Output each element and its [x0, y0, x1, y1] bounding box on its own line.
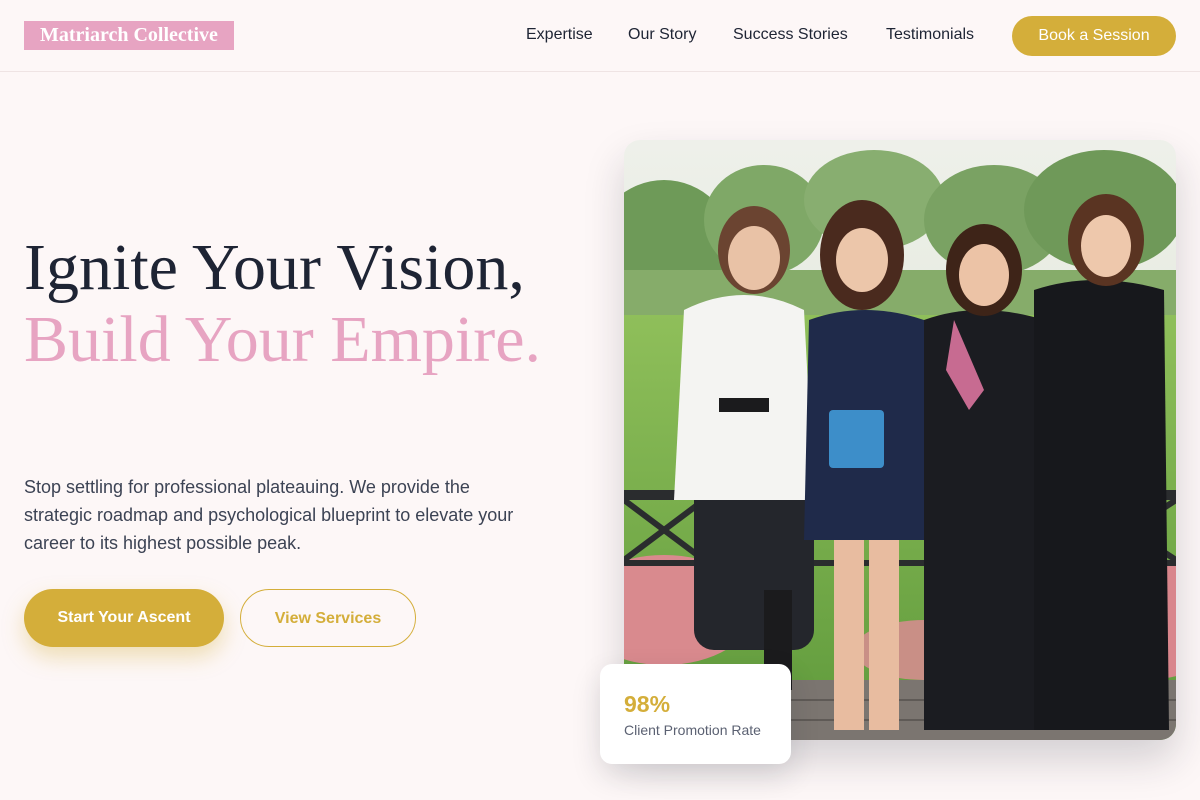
nav-link-our-story[interactable]: Our Story	[628, 24, 696, 46]
view-services-button[interactable]: View Services	[240, 589, 416, 647]
nav-link-success-stories[interactable]: Success Stories	[733, 24, 848, 46]
stat-label: Client Promotion Rate	[624, 722, 761, 738]
nav-link-expertise[interactable]: Expertise	[526, 24, 593, 46]
stat-value: 98%	[624, 691, 671, 717]
headline-line-1: Ignite Your Vision,	[24, 231, 525, 304]
hero-subtext: Stop settling for professional plateauin…	[24, 477, 514, 553]
site-header: Matriarch Collective Expertise Our Story…	[0, 0, 1200, 72]
team-photo-illustration	[624, 140, 1176, 740]
nav-link-testimonials[interactable]: Testimonials	[886, 24, 974, 46]
hero-headline: Ignite Your Vision, Build Your Empire.	[24, 232, 604, 376]
stat-card: 98% Client Promotion Rate	[600, 664, 791, 764]
start-ascent-button[interactable]: Start Your Ascent	[24, 589, 224, 647]
book-session-button[interactable]: Book a Session	[1012, 16, 1176, 56]
main-nav: Expertise Our Story Success Stories Test…	[0, 0, 1200, 72]
hero-photo	[624, 140, 1176, 740]
headline-line-2: Build Your Empire.	[24, 303, 542, 376]
